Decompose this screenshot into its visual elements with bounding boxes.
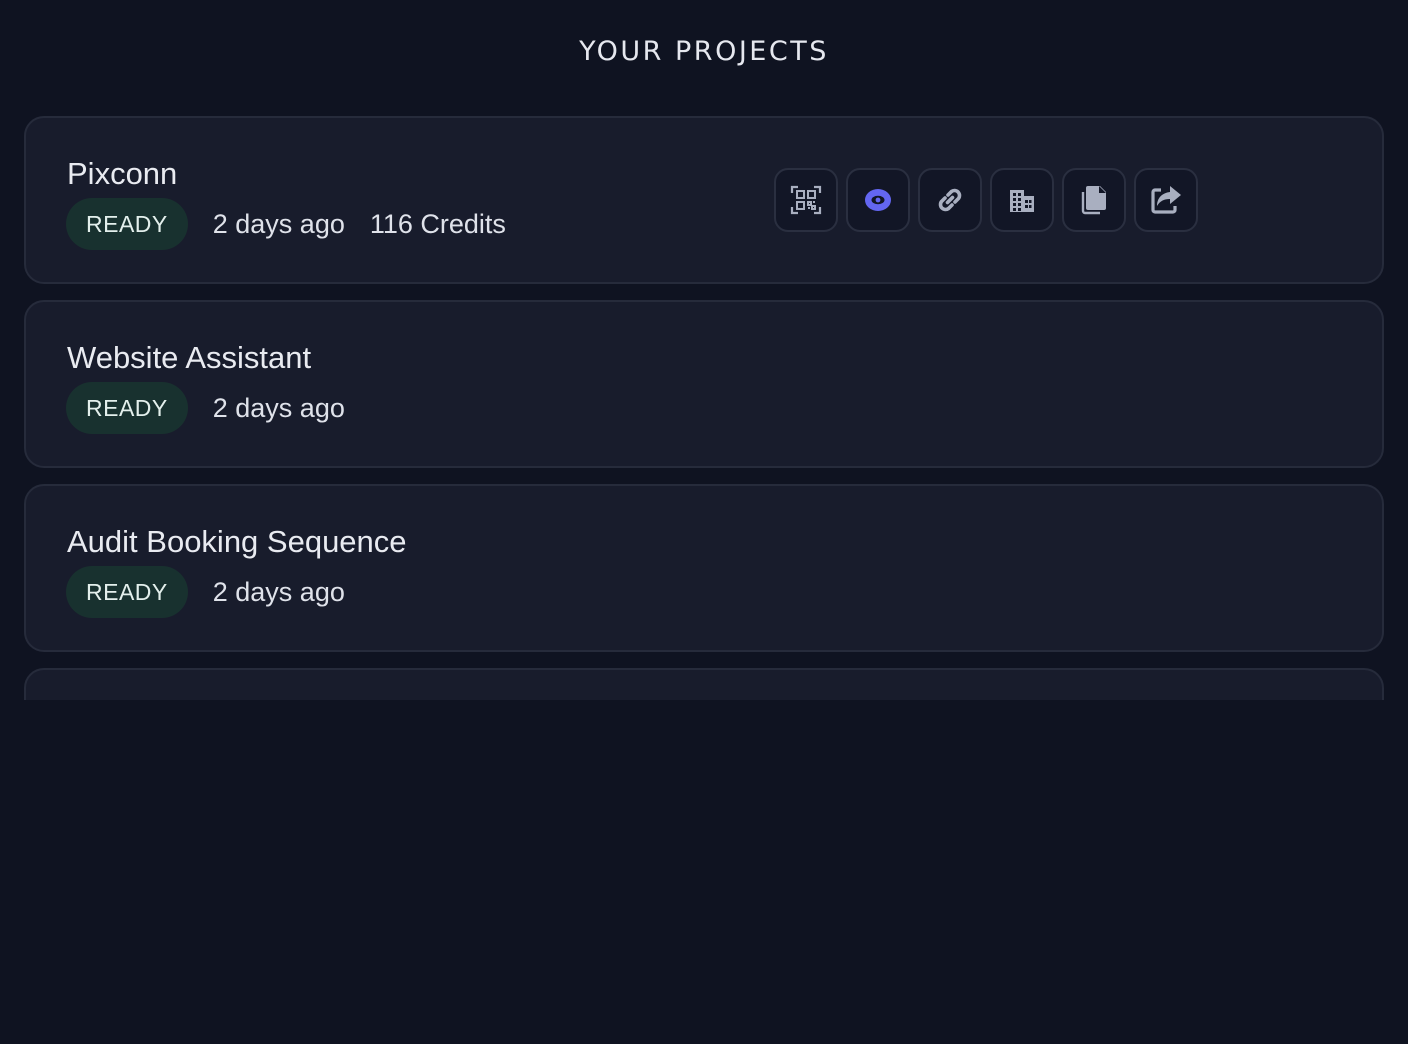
credits-count: 116 Credits: [369, 208, 506, 239]
building-icon: [1010, 190, 1034, 212]
organization-button[interactable]: [990, 168, 1054, 232]
project-card-website-assistant[interactable]: Website Assistant READY 2 days ago: [24, 300, 1384, 468]
link-icon: [938, 188, 962, 212]
updated-time: 2 days ago: [212, 392, 345, 423]
status-badge: READY: [66, 566, 188, 618]
page-title: YOUR PROJECTS: [579, 36, 829, 67]
link-button[interactable]: [918, 168, 982, 232]
project-name: Pixconn: [67, 156, 178, 191]
project-card-partial[interactable]: [24, 668, 1384, 700]
project-meta: READY 2 days ago: [66, 382, 345, 434]
qr-code-icon: [790, 185, 822, 215]
project-card-audit-booking-sequence[interactable]: Audit Booking Sequence READY 2 days ago: [24, 484, 1384, 652]
project-actions: [774, 168, 1206, 232]
copy-button[interactable]: [1062, 168, 1126, 232]
project-name: Audit Booking Sequence: [67, 524, 407, 559]
preview-button[interactable]: [846, 168, 910, 232]
updated-time: 2 days ago: [212, 576, 345, 607]
copy-icon: [1081, 186, 1106, 215]
share-button[interactable]: [1134, 168, 1198, 232]
project-list[interactable]: Pixconn READY 2 days ago 116 Credits Web…: [24, 116, 1384, 700]
project-card-pixconn[interactable]: Pixconn READY 2 days ago 116 Credits: [24, 116, 1384, 284]
eye-icon: [865, 189, 891, 211]
status-badge: READY: [66, 198, 188, 250]
projects-page: YOUR PROJECTS Pixconn READY 2 days ago 1…: [0, 0, 1408, 1044]
status-badge: READY: [66, 382, 188, 434]
project-meta: READY 2 days ago 116 Credits: [66, 198, 506, 250]
qr-code-button[interactable]: [774, 168, 838, 232]
share-icon: [1151, 186, 1181, 214]
project-name: Website Assistant: [67, 340, 312, 375]
project-meta: READY 2 days ago: [66, 566, 345, 618]
updated-time: 2 days ago: [212, 208, 345, 239]
